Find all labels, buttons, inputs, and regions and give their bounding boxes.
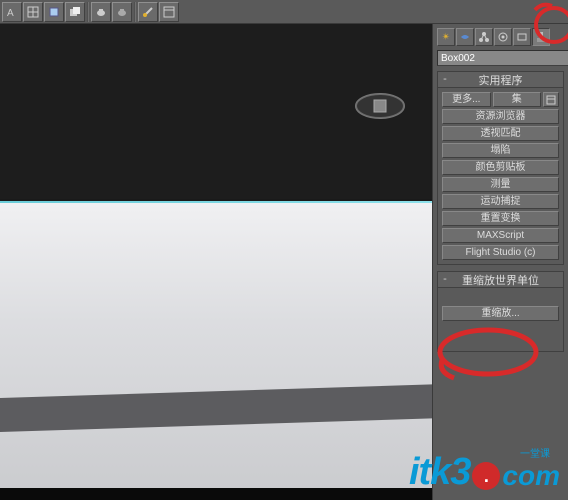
button-perspective-match[interactable]: 透视匹配 xyxy=(442,126,559,141)
tab-utilities[interactable] xyxy=(532,28,550,46)
watermark-dot-icon: . xyxy=(472,462,500,490)
toolbar-brush-icon[interactable] xyxy=(138,2,158,22)
watermark-tagline: 一堂课 xyxy=(520,445,550,460)
rollout-rescale-header[interactable]: - 重缩放世界单位 xyxy=(438,272,563,288)
main-toolbar: A xyxy=(0,0,568,24)
tab-modify[interactable] xyxy=(456,28,474,46)
tab-hierarchy[interactable] xyxy=(475,28,493,46)
rollout-rescale: - 重缩放世界单位 重缩放... xyxy=(437,271,564,352)
button-measure[interactable]: 测量 xyxy=(442,177,559,192)
command-panel-tabs: ✴ xyxy=(433,24,568,48)
toolbar-teapot-icon[interactable] xyxy=(91,2,111,22)
tab-create[interactable]: ✴ xyxy=(437,28,455,46)
toolbar-grid-icon[interactable] xyxy=(23,2,43,22)
button-flight-studio[interactable]: Flight Studio (c) xyxy=(442,245,559,260)
button-color-clipboard[interactable]: 颜色剪贴板 xyxy=(442,160,559,175)
toolbar-separator xyxy=(134,2,136,22)
watermark: 一堂课 itk3 . com xyxy=(409,451,560,494)
rollout-rescale-title: 重缩放世界单位 xyxy=(452,272,563,288)
object-name-input[interactable] xyxy=(437,50,568,66)
button-motion-capture[interactable]: 运动捕捉 xyxy=(442,194,559,209)
toolbar-stack-icon[interactable] xyxy=(65,2,85,22)
watermark-text-com: com xyxy=(502,460,560,492)
button-more[interactable]: 更多... xyxy=(442,92,491,107)
rollout-utilities: - 实用程序 更多... 集 资源浏览器 透视匹配 塌陷 颜色剪贴板 测量 运动… xyxy=(437,71,564,265)
toolbar-teapot2-icon[interactable] xyxy=(112,2,132,22)
tab-display[interactable] xyxy=(513,28,531,46)
watermark-text-itk: itk3 xyxy=(409,451,470,494)
button-asset-browser[interactable]: 资源浏览器 xyxy=(442,109,559,124)
tab-motion[interactable] xyxy=(494,28,512,46)
command-panel: ✴ - 实用程序 更多... 集 xyxy=(432,24,568,500)
rollout-utilities-title: 实用程序 xyxy=(452,72,563,88)
rollout-collapse-icon: - xyxy=(438,274,452,285)
toolbar-window-icon[interactable] xyxy=(159,2,179,22)
toolbar-separator xyxy=(87,2,89,22)
toolbar-text-icon[interactable]: A xyxy=(2,2,22,22)
toolbar-select-icon[interactable] xyxy=(44,2,64,22)
button-collapse[interactable]: 塌陷 xyxy=(442,143,559,158)
button-reset-xform[interactable]: 重置变换 xyxy=(442,211,559,226)
viewport-bottom-void xyxy=(0,488,432,500)
svg-text:A: A xyxy=(7,8,14,18)
object-name-row xyxy=(437,50,564,66)
configure-sets-icon[interactable] xyxy=(543,92,559,107)
rollout-utilities-header[interactable]: - 实用程序 xyxy=(438,72,563,88)
button-maxscript[interactable]: MAXScript xyxy=(442,228,559,243)
viewcube-icon[interactable] xyxy=(353,88,407,124)
button-rescale[interactable]: 重缩放... xyxy=(442,306,559,321)
button-sets[interactable]: 集 xyxy=(493,92,542,107)
viewport-ground-plane xyxy=(0,203,432,500)
viewport[interactable] xyxy=(0,24,432,500)
rollout-collapse-icon: - xyxy=(438,74,452,85)
